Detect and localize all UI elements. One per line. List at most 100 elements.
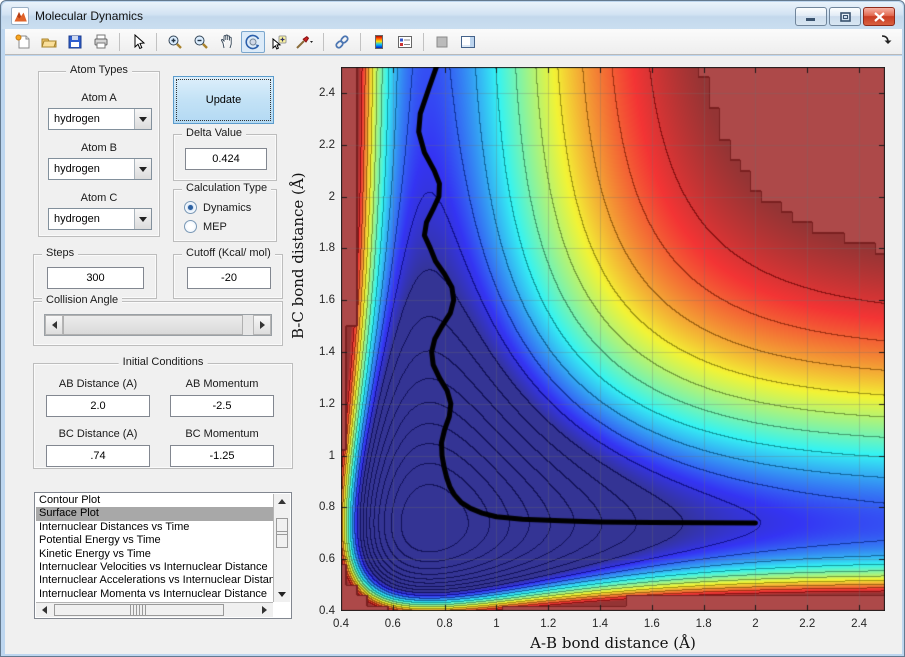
x-tick-label: 0.6 (384, 618, 401, 630)
x-tick-label: 1.6 (643, 618, 660, 630)
vscroll-thumb[interactable] (276, 518, 288, 548)
delta-value-field[interactable] (185, 148, 267, 170)
toolbar-separator (323, 32, 324, 51)
y-axis-label: B-C bond distance (Å) (289, 172, 307, 339)
y-tick-label: 2.4 (319, 86, 335, 99)
listbox-item[interactable]: Internuclear Momenta vs Internuclear Dis… (36, 588, 273, 601)
calculation-type-panel: Calculation Type Dynamics MEP (173, 182, 277, 242)
zoom-in-icon[interactable] (163, 31, 187, 53)
ab-momentum-label: AB Momentum (185, 378, 259, 390)
toolbar-separator (156, 32, 157, 51)
scroll-left-icon[interactable] (42, 606, 47, 614)
listbox-item[interactable]: Internuclear Distances vs Time (36, 521, 273, 534)
pan-hand-icon[interactable] (215, 31, 239, 53)
app-window: Molecular Dynamics Atom Types Atom A hyd… (0, 0, 905, 657)
atom-c-dropdown[interactable]: hydrogen (48, 208, 152, 230)
y-tick-label: 1.8 (319, 242, 335, 255)
slider-left-arrow[interactable] (45, 315, 63, 335)
toolbar-separator (423, 32, 424, 51)
cutoff-panel: Cutoff (Kcal/ mol) (173, 247, 283, 299)
collision-angle-title: Collision Angle (42, 294, 123, 306)
scroll-down-icon[interactable] (278, 592, 286, 597)
chevron-down-icon (139, 116, 147, 122)
listbox-item[interactable]: Internuclear Accelerations vs Internucle… (36, 574, 273, 587)
collision-angle-panel: Collision Angle (33, 294, 283, 346)
atom-a-dropdown-arrow[interactable] (134, 109, 151, 129)
minimize-button[interactable] (795, 7, 827, 26)
x-tick-label: 2.2 (799, 618, 816, 630)
restore-button[interactable] (829, 7, 861, 26)
bc-momentum-field[interactable] (170, 445, 274, 467)
listbox-vscrollbar[interactable] (273, 494, 290, 602)
x-tick-label: 1 (493, 618, 500, 630)
scroll-right-icon[interactable] (262, 606, 267, 614)
listbox-item[interactable]: Surface Plot (36, 507, 273, 521)
update-button[interactable]: Update (173, 76, 274, 124)
ab-momentum-field[interactable] (170, 395, 274, 417)
toolbar-separator (360, 32, 361, 51)
ab-distance-field[interactable] (46, 395, 150, 417)
plot-type-listbox[interactable]: Contour Plot Surface Plot Internuclear Dis… (34, 492, 292, 619)
delta-value-panel: Delta Value (173, 127, 277, 181)
scroll-up-icon[interactable] (278, 499, 286, 504)
x-tick-label: 1.4 (592, 618, 609, 630)
x-tick-label: 2 (752, 618, 759, 630)
open-file-icon[interactable] (37, 31, 61, 53)
title-bar[interactable]: Molecular Dynamics (2, 2, 903, 29)
listbox-item[interactable]: Contour Plot (36, 494, 273, 507)
edit-pointer-icon[interactable] (126, 31, 150, 53)
y-tick-label: 0.8 (319, 501, 335, 514)
close-button[interactable] (863, 7, 895, 26)
calculation-type-title: Calculation Type (182, 182, 272, 194)
data-cursor-icon[interactable] (267, 31, 291, 53)
cutoff-field[interactable] (187, 267, 271, 289)
plot-type-list: Contour Plot Surface Plot Internuclear Dis… (36, 494, 273, 602)
atom-b-dropdown[interactable]: hydrogen (48, 158, 152, 180)
insert-colorbar-icon[interactable] (367, 31, 391, 53)
listbox-item[interactable]: Kinetic Energy vs Time (36, 548, 273, 561)
x-tick-label: 0.8 (436, 618, 453, 630)
slider-right-arrow[interactable] (253, 315, 271, 335)
toolbar-overflow-arrow[interactable] (880, 33, 894, 52)
pes-canvas[interactable] (341, 67, 885, 611)
y-tick-label: 0.6 (319, 553, 335, 566)
mep-radio[interactable] (184, 220, 197, 233)
bc-distance-field[interactable] (46, 445, 150, 467)
y-tick-label: 1.4 (319, 345, 335, 358)
rotate-3d-icon[interactable] (241, 30, 265, 53)
brush-data-icon[interactable] (293, 31, 317, 53)
link-plot-icon[interactable] (330, 31, 354, 53)
x-tick-label: 1.8 (695, 618, 712, 630)
bc-distance-label: BC Distance (A) (58, 428, 138, 440)
arrow-right-icon (259, 321, 265, 329)
dynamics-radio[interactable] (184, 201, 197, 214)
show-plot-tools-icon[interactable] (456, 31, 480, 53)
slider-thumb[interactable] (63, 315, 243, 335)
steps-field[interactable] (47, 267, 144, 289)
atom-c-label: Atom C (80, 192, 118, 204)
toolbar-separator (119, 32, 120, 51)
atom-c-value: hydrogen (54, 213, 100, 225)
bc-momentum-label: BC Momentum (185, 428, 259, 440)
listbox-hscrollbar[interactable] (36, 602, 273, 617)
mep-radio-label: MEP (203, 221, 227, 233)
new-figure-icon[interactable] (11, 31, 35, 53)
atom-b-label: Atom B (80, 142, 118, 154)
atom-b-dropdown-arrow[interactable] (134, 159, 151, 179)
zoom-out-icon[interactable] (189, 31, 213, 53)
atom-types-panel: Atom Types Atom A hydrogen Atom B hydrog… (38, 64, 160, 237)
window-title: Molecular Dynamics (35, 9, 144, 23)
print-figure-icon[interactable] (89, 31, 113, 53)
atom-a-dropdown[interactable]: hydrogen (48, 108, 152, 130)
save-figure-icon[interactable] (63, 31, 87, 53)
hscroll-thumb[interactable] (54, 604, 224, 616)
collision-angle-slider[interactable] (44, 314, 272, 336)
dynamics-radio-label: Dynamics (203, 202, 252, 214)
hide-plot-tools-icon[interactable] (430, 31, 454, 53)
x-tick-label: 0.4 (333, 618, 349, 630)
insert-legend-icon[interactable] (393, 31, 417, 53)
listbox-item[interactable]: Internuclear Velocities vs Internuclear … (36, 561, 273, 574)
atom-types-title: Atom Types (66, 64, 132, 76)
listbox-item[interactable]: Potential Energy vs Time (36, 534, 273, 547)
atom-c-dropdown-arrow[interactable] (134, 209, 151, 229)
